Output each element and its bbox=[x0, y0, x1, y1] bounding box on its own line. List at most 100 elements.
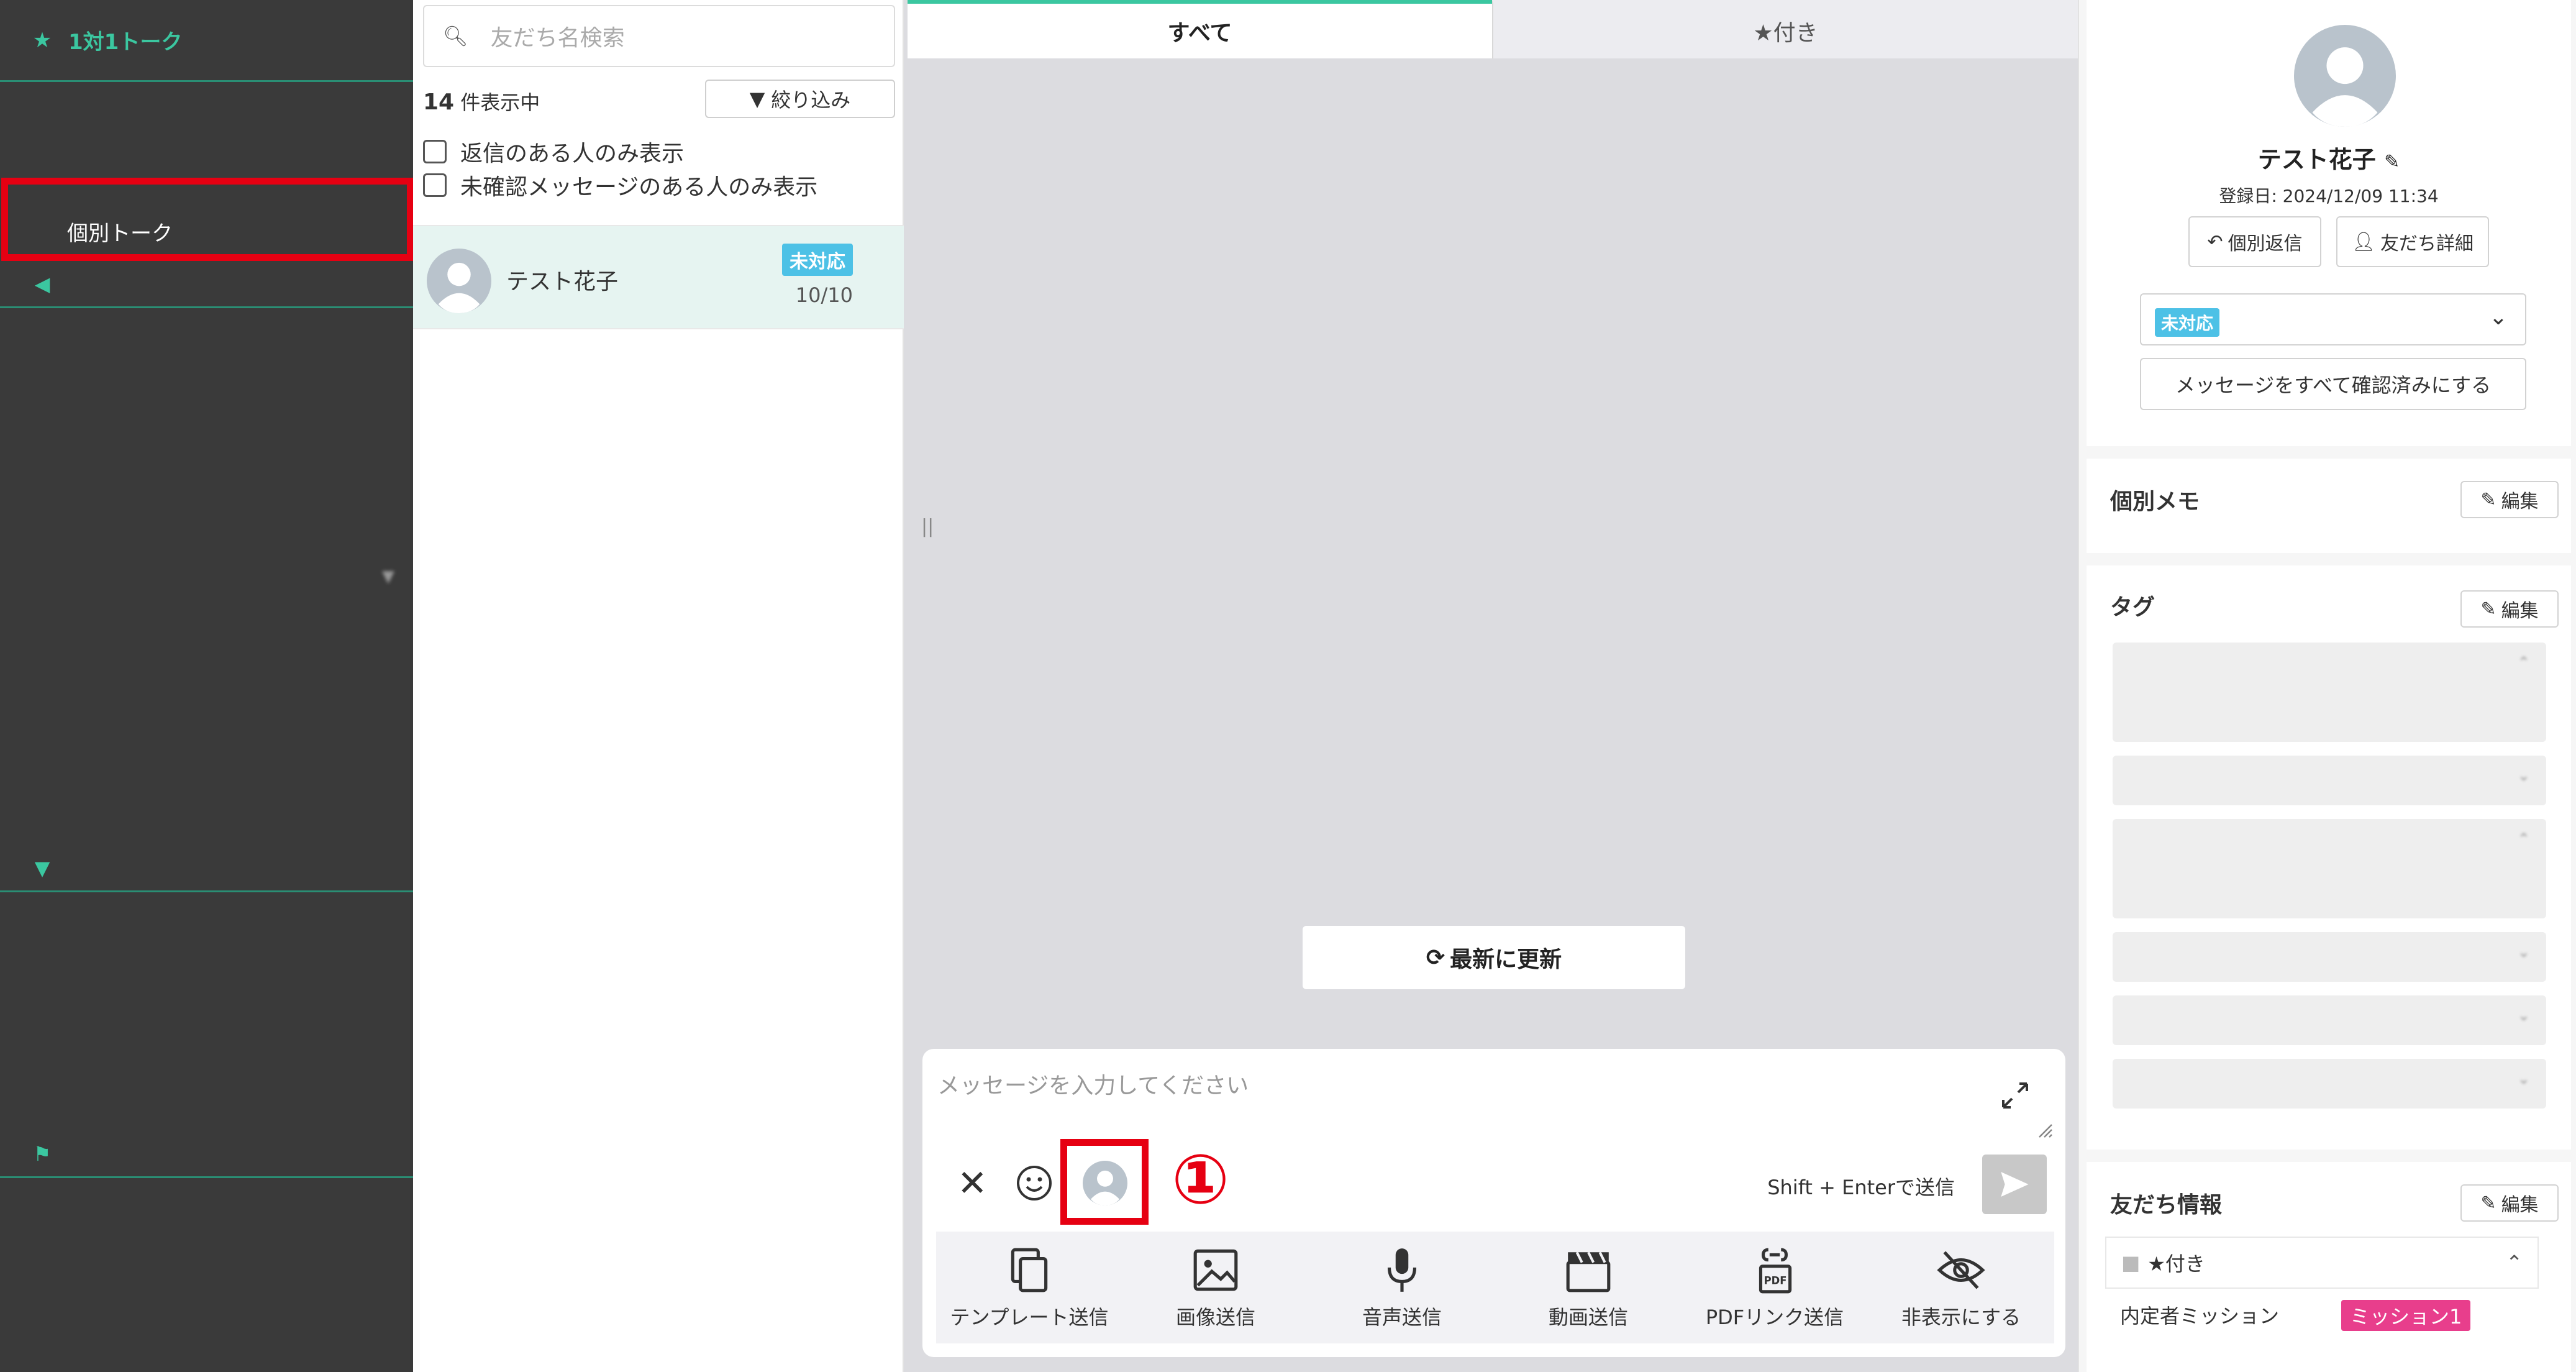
chevron-down-icon: ⌄ bbox=[2517, 767, 2530, 784]
sidebar-item-tag-manage[interactable] bbox=[0, 892, 413, 952]
clapperboard-icon bbox=[1566, 1251, 1611, 1292]
friend-info-title: 友だち情報 bbox=[2110, 1192, 2223, 1218]
sidebar-item-template[interactable] bbox=[0, 487, 413, 547]
sidebar-item-reminder[interactable] bbox=[0, 666, 413, 726]
star-icon: ★ bbox=[32, 27, 52, 53]
status-select[interactable]: 未対応 ⌄ bbox=[2140, 293, 2526, 345]
sidebar-item-friend-list[interactable] bbox=[0, 82, 413, 142]
chevron-up-icon: ⌃ bbox=[2517, 654, 2530, 671]
friend-info-edit-button[interactable]: ✎ 編集 bbox=[2460, 1184, 2559, 1222]
action-label: 音声送信 bbox=[1362, 1306, 1442, 1329]
image-send-button[interactable]: 画像送信 bbox=[1122, 1232, 1309, 1343]
filter-button-label: 絞り込み bbox=[771, 88, 851, 112]
chevron-down-icon: ⌄ bbox=[2517, 1007, 2530, 1024]
sidebar-item-custom-search[interactable] bbox=[0, 1012, 413, 1071]
sidebar-item-answer-form[interactable] bbox=[0, 606, 413, 666]
pencil-icon[interactable]: ✎ bbox=[2384, 151, 2400, 173]
pencil-icon: ✎ bbox=[2480, 1192, 2496, 1214]
friend-info-group-header[interactable]: ■ ★付き ⌃ bbox=[2105, 1237, 2539, 1289]
sidebar-item-broadcast[interactable] bbox=[0, 368, 413, 428]
mark-all-read-button[interactable]: メッセージをすべて確認済みにする bbox=[2140, 358, 2526, 410]
friend-list-item[interactable]: テスト花子 未対応 10/10 bbox=[413, 225, 904, 329]
friend-info-group-label: ★付き bbox=[2147, 1252, 2205, 1276]
pdf-link-send-button[interactable]: PDF PDFリンク送信 bbox=[1682, 1232, 1868, 1343]
friend-search-input[interactable]: 🔍︎ 友だち名検索 bbox=[423, 5, 895, 67]
action-label: 画像送信 bbox=[1175, 1306, 1255, 1329]
sidebar-item-auto-reply[interactable] bbox=[0, 428, 413, 487]
microphone-icon bbox=[1387, 1248, 1417, 1292]
emoji-icon[interactable] bbox=[1016, 1164, 1053, 1202]
sidebar-item-reservation[interactable]: ▼ bbox=[0, 547, 413, 606]
sidebar-item-friend-info[interactable] bbox=[0, 952, 413, 1012]
user-icon: 👤︎ bbox=[2351, 231, 2376, 253]
image-icon bbox=[1193, 1249, 1238, 1291]
tag-item[interactable]: ⌄ bbox=[2113, 932, 2546, 982]
expand-icon[interactable] bbox=[2000, 1080, 2031, 1111]
sidebar-item-mark-manage[interactable] bbox=[0, 1071, 413, 1131]
message-input[interactable]: メッセージを入力してください bbox=[937, 1068, 1249, 1100]
sidebar-section-friends[interactable]: ▼ bbox=[0, 845, 413, 892]
close-icon[interactable]: ✕ bbox=[957, 1162, 988, 1204]
tag-item[interactable]: ⌃ bbox=[2113, 819, 2546, 918]
filter-button[interactable]: ▼ 絞り込み bbox=[705, 80, 895, 118]
refresh-icon: ⟳ bbox=[1426, 944, 1445, 971]
resize-grip-icon[interactable] bbox=[2037, 1122, 2053, 1138]
sidebar-item-action[interactable] bbox=[0, 785, 413, 845]
tab-starred[interactable]: ★付き bbox=[1492, 0, 2078, 58]
action-label: テンプレート送信 bbox=[950, 1306, 1109, 1329]
template-icon bbox=[1011, 1248, 1048, 1292]
edit-label: 編集 bbox=[2501, 491, 2539, 513]
annotation-highlight-avatar bbox=[1060, 1139, 1149, 1225]
replied-only-label: 返信のある人のみ表示 bbox=[460, 141, 685, 167]
tag-item[interactable]: ⌄ bbox=[2113, 1059, 2546, 1109]
sidebar-item-stay-analysis[interactable] bbox=[0, 1297, 413, 1357]
avatar bbox=[427, 249, 491, 313]
hide-button[interactable]: 非表示にする bbox=[1868, 1232, 2054, 1343]
send-button[interactable] bbox=[1982, 1155, 2047, 1214]
sidebar-section-message[interactable]: ◀ bbox=[0, 261, 413, 308]
tag-item[interactable]: ⌃ bbox=[2113, 643, 2546, 742]
chevron-up-icon: ⌃ bbox=[2506, 1251, 2523, 1274]
refresh-button[interactable]: ⟳ 最新に更新 bbox=[1303, 926, 1685, 989]
replied-only-checkbox-row[interactable]: 返信のある人のみ表示 bbox=[423, 135, 684, 168]
friend-info-field: 内定者ミッション bbox=[2120, 1304, 2280, 1328]
svg-text:PDF: PDF bbox=[1764, 1275, 1787, 1287]
chevron-down-icon: ⌄ bbox=[2517, 943, 2530, 961]
friend-info-value-badge: ミッション1 bbox=[2341, 1300, 2471, 1331]
resize-handle[interactable]: || bbox=[921, 516, 934, 537]
tag-item[interactable]: ⌄ bbox=[2113, 995, 2546, 1045]
profile-name: テスト花子 bbox=[2257, 146, 2376, 173]
friend-detail-button[interactable]: 👤︎ 友だち詳細 bbox=[2336, 216, 2489, 267]
sidebar-item-url-click[interactable] bbox=[0, 1178, 413, 1238]
profile-card: テスト花子 ✎ 登録日: 2024/12/09 11:34 ↶ 個別返信 👤︎ … bbox=[2087, 0, 2571, 446]
sidebar-header-1on1-talk[interactable]: ★ 1対1トーク bbox=[0, 0, 413, 82]
friend-info-row: 内定者ミッション ミッション1 bbox=[2105, 1289, 2539, 1341]
profile-panel: テスト花子 ✎ 登録日: 2024/12/09 11:34 ↶ 個別返信 👤︎ … bbox=[2078, 0, 2576, 1372]
sidebar-item-friend-add-setting[interactable] bbox=[0, 726, 413, 785]
unread-only-checkbox-row[interactable]: 未確認メッセージのある人のみ表示 bbox=[423, 169, 817, 201]
memo-card: 個別メモ ✎ 編集 bbox=[2087, 459, 2571, 553]
reply-icon: ↶ bbox=[2207, 231, 2223, 253]
search-icon: 🔍︎ bbox=[443, 24, 468, 48]
unread-only-checkbox[interactable] bbox=[423, 173, 447, 197]
composer-actions: テンプレート送信 画像送信 音声送信 動画送信 PDF PDFリンク送信 非表示… bbox=[936, 1232, 2054, 1343]
search-placeholder: 友だち名検索 bbox=[490, 25, 625, 51]
result-count-number: 14 bbox=[423, 89, 455, 115]
audio-send-button[interactable]: 音声送信 bbox=[1309, 1232, 1495, 1343]
friend-name: テスト花子 bbox=[506, 269, 619, 295]
video-send-button[interactable]: 動画送信 bbox=[1495, 1232, 1682, 1343]
pencil-icon: ✎ bbox=[2480, 488, 2496, 511]
sidebar-section-analysis[interactable]: ⚑ bbox=[0, 1131, 413, 1178]
individual-reply-button[interactable]: ↶ 個別返信 bbox=[2188, 216, 2321, 267]
result-count: 14 件表示中 bbox=[423, 87, 540, 116]
action-label: PDFリンク送信 bbox=[1705, 1306, 1844, 1329]
replied-only-checkbox[interactable] bbox=[423, 140, 447, 163]
template-send-button[interactable]: テンプレート送信 bbox=[936, 1232, 1122, 1343]
tab-all[interactable]: すべて bbox=[908, 0, 1492, 58]
tag-item[interactable]: ⌄ bbox=[2113, 756, 2546, 805]
memo-edit-button[interactable]: ✎ 編集 bbox=[2460, 481, 2559, 518]
profile-avatar bbox=[2294, 25, 2396, 127]
sidebar-item-scenario[interactable] bbox=[0, 308, 413, 368]
sidebar-item-conversion[interactable] bbox=[0, 1238, 413, 1297]
tag-edit-button[interactable]: ✎ 編集 bbox=[2460, 590, 2559, 628]
